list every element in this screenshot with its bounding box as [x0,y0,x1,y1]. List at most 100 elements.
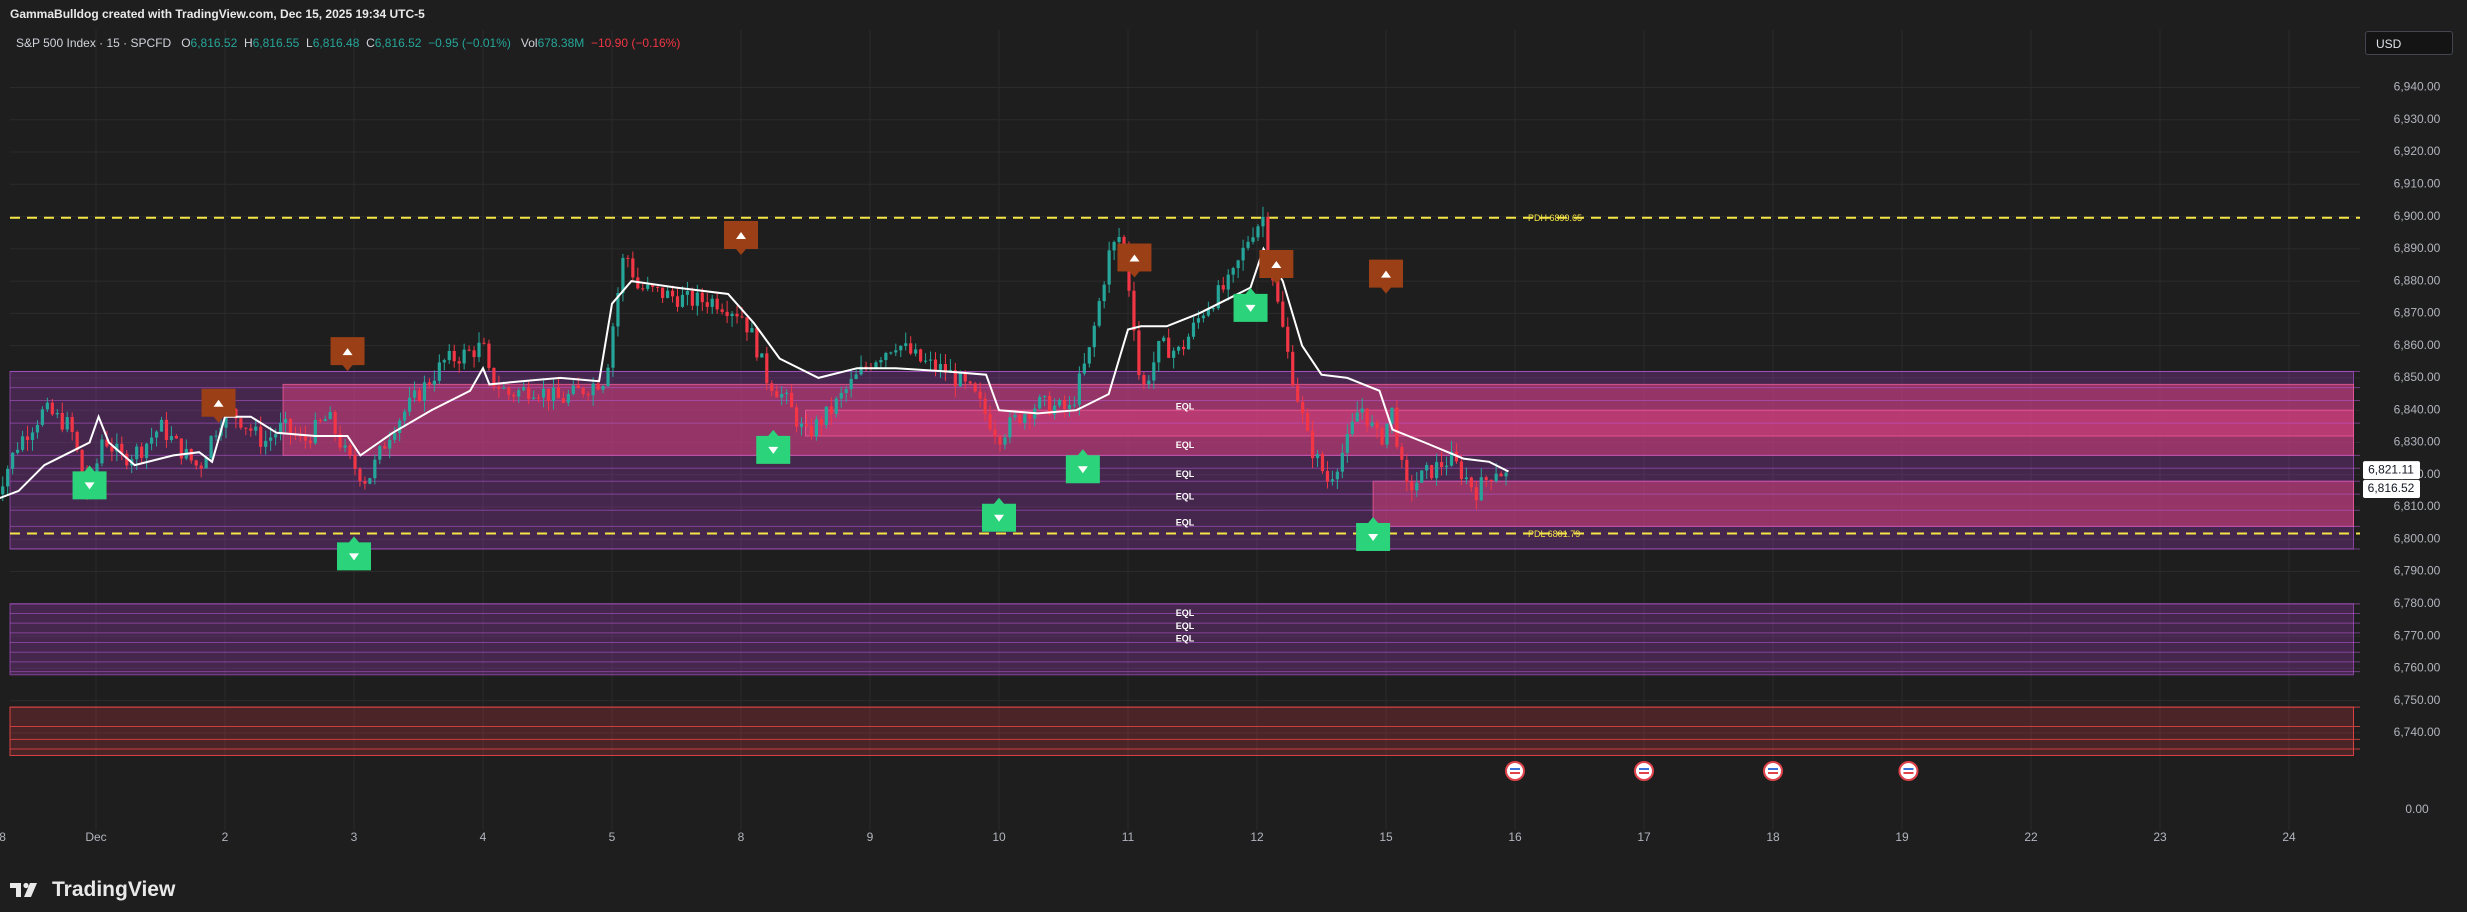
candle-body [164,419,169,440]
price-tick-label: 6,860.00 [2394,338,2441,352]
currency-button[interactable]: USD [2365,31,2453,55]
time-tick-label: 3 [351,830,358,844]
candle-body [785,392,789,395]
candle-body [447,350,451,361]
candle-body [750,328,754,333]
candle-body [522,387,526,391]
candle-body [1266,216,1270,255]
candle-body [70,417,74,432]
candle-body [1325,471,1330,482]
candle-body [988,413,992,430]
candle-body [199,465,203,469]
candle-body [844,389,848,394]
tradingview-logo-icon [10,882,37,897]
candle-body [1236,260,1240,269]
candle-body [1350,421,1354,435]
candle-body [705,302,709,307]
candle-body [239,418,243,428]
candle-body [149,437,154,444]
candle-body [313,420,317,444]
candle-body [646,284,650,289]
candle-body [829,406,833,414]
candle-body [968,381,972,384]
candle-body [25,436,30,441]
candle-body [1469,477,1473,488]
candle-body [675,296,680,307]
candle-body [695,292,699,306]
candle-body [422,382,427,401]
candle-body [45,402,49,410]
candle-body [174,435,178,439]
candle-body [1117,236,1121,243]
candle-body [517,390,521,397]
candle-body [983,398,987,414]
candle-body [368,478,372,484]
candle-body [884,352,888,361]
time-tick-label: 17 [1637,830,1651,844]
candle-body [1157,341,1161,363]
candle-body [343,445,347,448]
candle-body [740,316,744,318]
change-value: −0.95 (−0.01%) [428,36,511,50]
candle-body [512,394,516,397]
candle-body [1435,462,1439,479]
candle-body [849,378,853,390]
candle-body [194,460,198,466]
candle-body [1082,363,1086,374]
candle-body [135,446,139,460]
candle-body [1340,452,1344,472]
candle-body [1444,465,1449,468]
candle-body [145,443,149,458]
us-event-flag-icon [1898,761,1919,781]
time-tick-label: Dec [85,830,106,844]
candle-body [735,313,739,317]
candle-body [40,409,45,425]
time-tick-label: 15 [1379,830,1393,844]
candle-body [874,362,878,368]
volume-value: 678.38M [537,36,585,50]
candle-body [606,367,610,387]
candle-body [55,412,59,415]
candle-body [1301,401,1305,414]
candle-body [348,445,352,456]
candle-body [427,382,432,385]
candle-body [417,390,422,401]
current-price-label-0: 6,821.11 [2368,462,2414,476]
candle-body [6,468,10,487]
candle-body [1167,337,1171,358]
candle-body [328,412,332,420]
candle-body [378,446,382,460]
candle-body [363,481,367,484]
candle-body [527,387,531,399]
close-label: C [366,36,375,50]
tradingview-logo[interactable]: TradingView [10,878,175,902]
candle-body [804,423,809,426]
candle-body [1177,346,1181,351]
candle-body [1132,290,1136,331]
eql-label: EQL [1176,469,1195,479]
candle-body [933,359,938,370]
candle-body [819,419,823,425]
us-event-flag-stripe [1768,768,1778,770]
candle-body [442,360,446,363]
chart-area[interactable]: PDH 6899.65 PDL 6801.79 EQL EQL EQL EQL EQL EQL… [0,28,2467,868]
bearish-signal-marker [1117,243,1152,278]
candle-body [1489,479,1493,482]
candle-body [1405,459,1409,482]
candle-body [1484,477,1488,480]
candle-body [1410,481,1414,491]
candle-body [432,380,436,385]
candlestick-chart[interactable]: PDH 6899.65 PDL 6801.79 EQL EQL EQL EQL EQL EQL… [0,28,2467,868]
candle-body [611,326,615,368]
open-label: O [181,36,191,50]
candle-body [770,383,774,392]
candle-body [730,313,734,317]
candle-body [899,345,903,351]
price-tick-label: 6,800.00 [2394,531,2441,545]
candle-body [1043,395,1047,397]
candle-body [452,350,456,362]
candle-body [1137,330,1141,376]
candle-body [472,350,476,358]
us-event-flag-stripe [1768,772,1778,774]
candle-body [700,292,704,303]
